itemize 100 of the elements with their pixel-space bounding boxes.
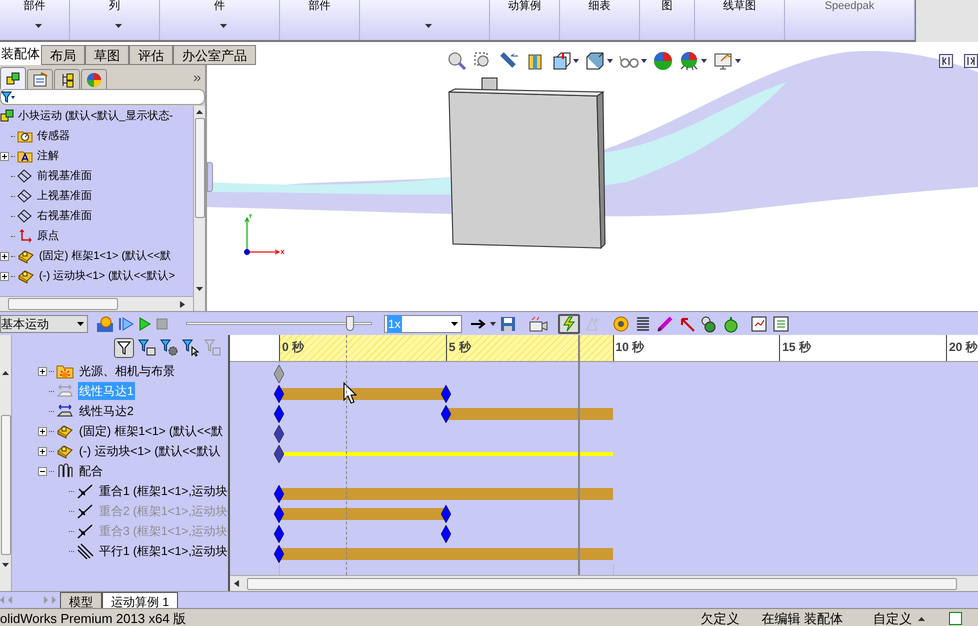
- caret-icon[interactable]: [607, 59, 613, 63]
- collapse-icon[interactable]: [38, 466, 47, 476]
- tree-item[interactable]: (固定) 框架1<1> (默认<<默: [78, 422, 224, 440]
- spring-icon[interactable]: [634, 314, 652, 332]
- keypoint-diamond[interactable]: [274, 365, 284, 383]
- scrollbar-thumb[interactable]: [8, 298, 118, 310]
- configuration-tab[interactable]: [54, 69, 80, 89]
- caret-icon[interactable]: [424, 24, 432, 28]
- contact-icon[interactable]: [700, 314, 718, 332]
- color-ball-icon[interactable]: [653, 51, 673, 71]
- tree-item[interactable]: 光源、相机与布景: [78, 362, 176, 380]
- study-tab[interactable]: 运动算例 1: [102, 592, 178, 608]
- calculate-icon[interactable]: [96, 314, 114, 332]
- caret-icon[interactable]: [34, 24, 42, 28]
- scroll-right-icon[interactable]: [180, 300, 185, 308]
- tree-item[interactable]: 配合: [78, 462, 104, 480]
- cube-icon[interactable]: [585, 51, 605, 71]
- tree-item[interactable]: (固定) 框架1<1> (默认<<默: [39, 248, 172, 264]
- monitor-hand-icon[interactable]: [713, 51, 733, 71]
- keypoint-diamond[interactable]: [274, 445, 284, 463]
- tree-item[interactable]: (-) 运动块<1> (默认<<默认: [78, 442, 222, 460]
- feature-tree-tab[interactable]: [0, 67, 26, 89]
- slider-thumb[interactable]: [346, 316, 354, 330]
- caret-icon[interactable]: [490, 322, 496, 326]
- scrollbar-thumb[interactable]: [194, 118, 204, 218]
- filter-driving-icon[interactable]: [138, 339, 156, 357]
- gravity-icon[interactable]: [722, 314, 740, 332]
- tree-item[interactable]: 前视基准面: [37, 168, 92, 184]
- caret-icon[interactable]: [114, 24, 122, 28]
- ribbon-label[interactable]: 部件: [308, 0, 330, 13]
- scroll-up-icon[interactable]: [2, 371, 9, 375]
- caret-icon[interactable]: [701, 59, 707, 63]
- caret-icon[interactable]: [641, 59, 647, 63]
- scrollbar-thumb[interactable]: [0, 415, 10, 555]
- scroll-down-icon[interactable]: [2, 563, 9, 567]
- scroll-left-icon[interactable]: [234, 580, 239, 587]
- tree-item[interactable]: 线性马达2: [78, 402, 135, 420]
- ribbon-label[interactable]: 动算例: [508, 0, 541, 13]
- ribbon-label[interactable]: Speedpak: [824, 0, 874, 13]
- expand-icon[interactable]: [38, 446, 47, 456]
- tree-item[interactable]: 注解: [37, 148, 59, 164]
- keypoint-diamond[interactable]: [440, 405, 451, 423]
- playback-slider[interactable]: [186, 314, 372, 334]
- tree-item[interactable]: 小块运动 (默认<默认_显示状态-: [18, 108, 173, 124]
- property-tab[interactable]: [27, 69, 53, 89]
- split-right-icon[interactable]: [964, 54, 978, 68]
- study-type-dropdown[interactable]: 基本运动: [0, 314, 88, 332]
- caret-icon[interactable]: [573, 59, 579, 63]
- scene-ball-icon[interactable]: [679, 51, 699, 71]
- expand-icon[interactable]: [0, 272, 9, 280]
- tree-item[interactable]: 右视基准面: [37, 208, 92, 224]
- command-tab[interactable]: 草图: [85, 45, 129, 65]
- play-from-start-icon[interactable]: [118, 316, 134, 332]
- units-menu[interactable]: 自定义: [873, 608, 912, 626]
- keypoint-diamond[interactable]: [274, 485, 284, 503]
- arrow-right-icon[interactable]: [470, 318, 486, 330]
- caret-up-icon[interactable]: [918, 616, 925, 620]
- filter-animated-button[interactable]: [114, 338, 134, 358]
- play-icon[interactable]: [138, 316, 152, 332]
- scroll-up-icon[interactable]: [196, 110, 203, 114]
- time-bar[interactable]: [578, 335, 580, 575]
- tree-item[interactable]: (-) 运动块<1> (默认<<默认>: [39, 268, 176, 284]
- panel-collapse-handle[interactable]: [207, 162, 213, 192]
- keypoint-diamond[interactable]: [274, 425, 284, 443]
- ribbon-label[interactable]: 列: [109, 0, 120, 13]
- tree-item[interactable]: 平行1 (框架1<1>,运动块: [98, 542, 228, 560]
- ribbon-label[interactable]: 细表: [588, 0, 610, 13]
- motor-icon[interactable]: [612, 314, 630, 332]
- tree-item[interactable]: 传感器: [37, 128, 70, 144]
- expand-icon[interactable]: [38, 426, 47, 436]
- zoom-icon[interactable]: [447, 51, 467, 71]
- expand-icon[interactable]: [0, 152, 9, 160]
- filter-gear-icon[interactable]: [160, 339, 178, 357]
- ribbon-label[interactable]: 件: [214, 0, 225, 13]
- more-tabs-button[interactable]: »: [193, 66, 201, 88]
- results-icon[interactable]: [750, 314, 768, 332]
- keypoint-diamond[interactable]: [274, 385, 284, 403]
- command-tab[interactable]: 办公室产品: [173, 45, 256, 65]
- scrollbar-thumb[interactable]: [247, 578, 957, 590]
- filter-field[interactable]: [0, 89, 205, 105]
- caret-icon[interactable]: [220, 24, 226, 28]
- keypoint-diamond[interactable]: [440, 385, 451, 403]
- study-tab[interactable]: 模型: [60, 592, 102, 608]
- tree-item[interactable]: 原点: [37, 228, 59, 244]
- ribbon-label[interactable]: 线草图: [723, 0, 756, 13]
- ribbon-label[interactable]: 图: [662, 0, 672, 13]
- cube-arrow-icon[interactable]: [551, 51, 571, 71]
- expand-icon[interactable]: [0, 252, 9, 260]
- filter-select-icon[interactable]: [182, 339, 200, 357]
- split-left-icon[interactable]: [939, 54, 953, 68]
- save-icon[interactable]: [500, 316, 516, 332]
- scroll-down-icon[interactable]: [196, 287, 203, 291]
- expand-icon[interactable]: [38, 366, 47, 376]
- command-tab[interactable]: 布局: [41, 45, 85, 65]
- command-tab[interactable]: 评估: [129, 45, 173, 65]
- autokey-button[interactable]: [558, 314, 580, 334]
- caret-icon[interactable]: [735, 59, 741, 63]
- keypoint-diamond[interactable]: [274, 405, 284, 423]
- tree-item[interactable]: 重合1 (框架1<1>,运动块: [98, 482, 228, 500]
- ribbon-label[interactable]: 部件: [24, 0, 46, 13]
